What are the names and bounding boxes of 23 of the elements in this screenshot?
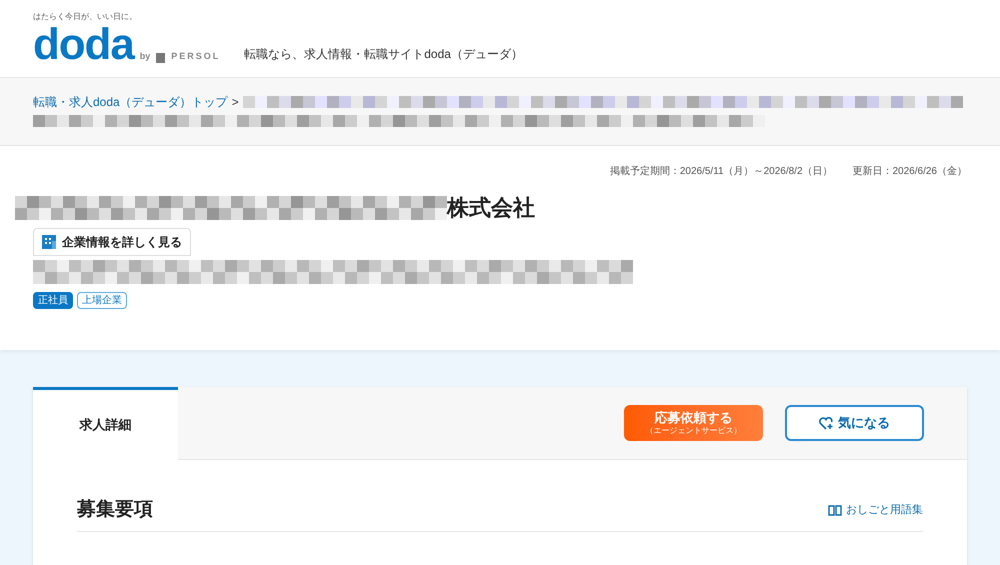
updated-date: 更新日：2026/6/26（金） bbox=[852, 164, 967, 179]
apply-button[interactable]: 応募依頼する （エージェントサービス） bbox=[624, 405, 763, 441]
breadcrumb-link[interactable]: 転職・求人doda（デューダ）トップ bbox=[33, 93, 228, 111]
logo[interactable]: doda by PERSOL bbox=[33, 24, 220, 64]
favorite-button[interactable]: 気になる bbox=[785, 405, 924, 441]
logo-text: doda bbox=[33, 24, 134, 64]
site-title: 転職なら、求人情報・転職サイトdoda（デューダ） bbox=[244, 46, 523, 62]
section-title: 募集要項 bbox=[77, 498, 153, 522]
heart-plus-icon bbox=[819, 416, 834, 430]
logo-brand: PERSOL bbox=[171, 52, 220, 60]
building-icon bbox=[42, 235, 56, 249]
tagline: はたらく今日が、いい日に。 bbox=[33, 12, 137, 20]
breadcrumb-separator: > bbox=[232, 94, 239, 111]
logo-by: by bbox=[140, 52, 150, 60]
tag: 正社員 bbox=[33, 292, 73, 309]
book-icon bbox=[828, 504, 842, 516]
brand-mark-icon bbox=[156, 52, 166, 62]
posting-period: 掲載予定期間：2026/5/11（月）～2026/8/2（日） bbox=[610, 164, 832, 179]
tag: 上場企業 bbox=[77, 292, 127, 309]
company-info-button[interactable]: 企業情報を詳しく見る bbox=[33, 228, 191, 256]
tab[interactable]: 求人詳細 bbox=[33, 387, 178, 460]
company-name: 株式会社 bbox=[447, 194, 535, 222]
glossary-link[interactable]: おしごと用語集 bbox=[828, 502, 923, 518]
